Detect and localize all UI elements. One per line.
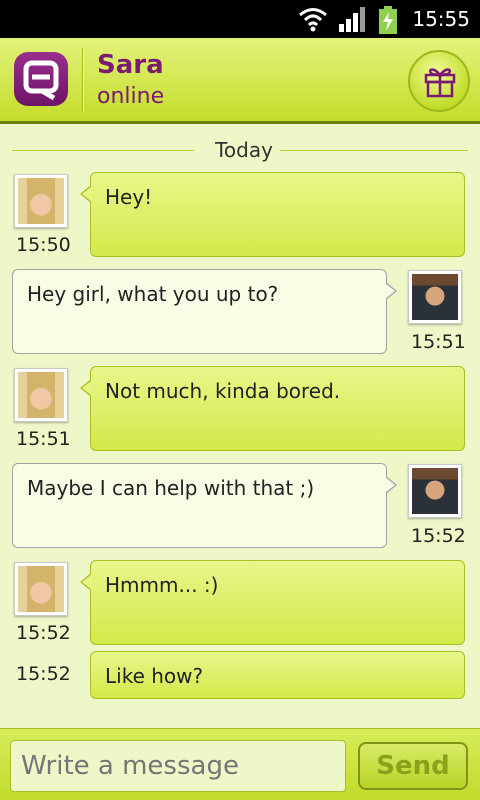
date-separator: Today bbox=[12, 138, 468, 164]
message-input[interactable] bbox=[10, 740, 346, 792]
message-time: 15:52 bbox=[411, 525, 466, 547]
message-text: Like how? bbox=[105, 664, 204, 688]
contact-name: Sara bbox=[97, 50, 164, 80]
outgoing-message-bubble[interactable]: Hey girl, what you up to? bbox=[12, 269, 397, 354]
message-text: Not much, kinda bored. bbox=[105, 379, 341, 403]
message-text: Maybe I can help with that ;) bbox=[27, 476, 315, 500]
user-avatar[interactable] bbox=[408, 464, 462, 518]
incoming-message-bubble[interactable]: Like how? bbox=[90, 651, 465, 699]
message-time: 15:52 bbox=[16, 622, 71, 644]
status-time: 15:55 bbox=[412, 7, 470, 31]
message-text: Hey girl, what you up to? bbox=[27, 282, 279, 306]
contact-avatar[interactable] bbox=[14, 562, 68, 616]
contact-avatar[interactable] bbox=[14, 368, 68, 422]
incoming-message-bubble[interactable]: Hey! bbox=[80, 172, 465, 257]
send-button[interactable]: Send bbox=[358, 742, 468, 790]
user-avatar[interactable] bbox=[408, 270, 462, 324]
message-time: 15:52 bbox=[16, 663, 71, 685]
message-text: Hey! bbox=[105, 185, 153, 209]
message-time: 15:51 bbox=[16, 428, 71, 450]
app-logo-icon[interactable] bbox=[14, 52, 68, 106]
outgoing-message-bubble[interactable]: Maybe I can help with that ;) bbox=[12, 463, 397, 548]
chat-header: Sara online bbox=[0, 38, 480, 124]
incoming-message-bubble[interactable]: Hmmm... :) bbox=[80, 560, 465, 645]
message-time: 15:51 bbox=[411, 331, 466, 353]
message-list[interactable]: Today 15:50 Hey! Hey girl, what you up t… bbox=[0, 124, 480, 728]
contact-avatar[interactable] bbox=[14, 174, 68, 228]
message-composer: Send bbox=[0, 728, 480, 800]
gift-button[interactable] bbox=[408, 50, 470, 112]
signal-icon bbox=[339, 7, 365, 32]
wifi-icon bbox=[299, 8, 327, 32]
message-text: Hmmm... :) bbox=[105, 573, 219, 597]
message-time: 15:50 bbox=[16, 234, 71, 256]
battery-charging-icon bbox=[379, 6, 397, 34]
incoming-message-bubble[interactable]: Not much, kinda bored. bbox=[80, 366, 465, 451]
date-separator-label: Today bbox=[215, 138, 273, 162]
header-divider bbox=[82, 48, 84, 112]
gift-icon bbox=[424, 68, 456, 98]
status-bar: 15:55 bbox=[0, 0, 480, 38]
contact-status: online bbox=[97, 84, 165, 109]
